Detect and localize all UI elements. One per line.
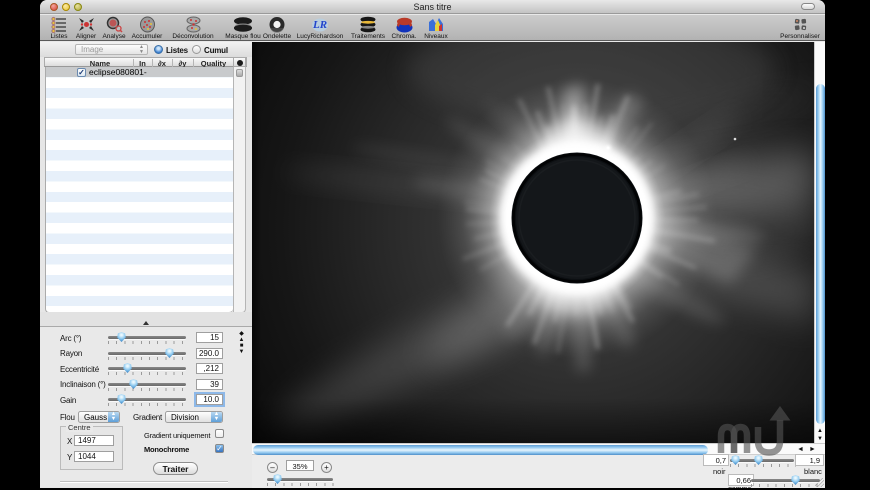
svg-text:LR: LR [312,19,327,31]
